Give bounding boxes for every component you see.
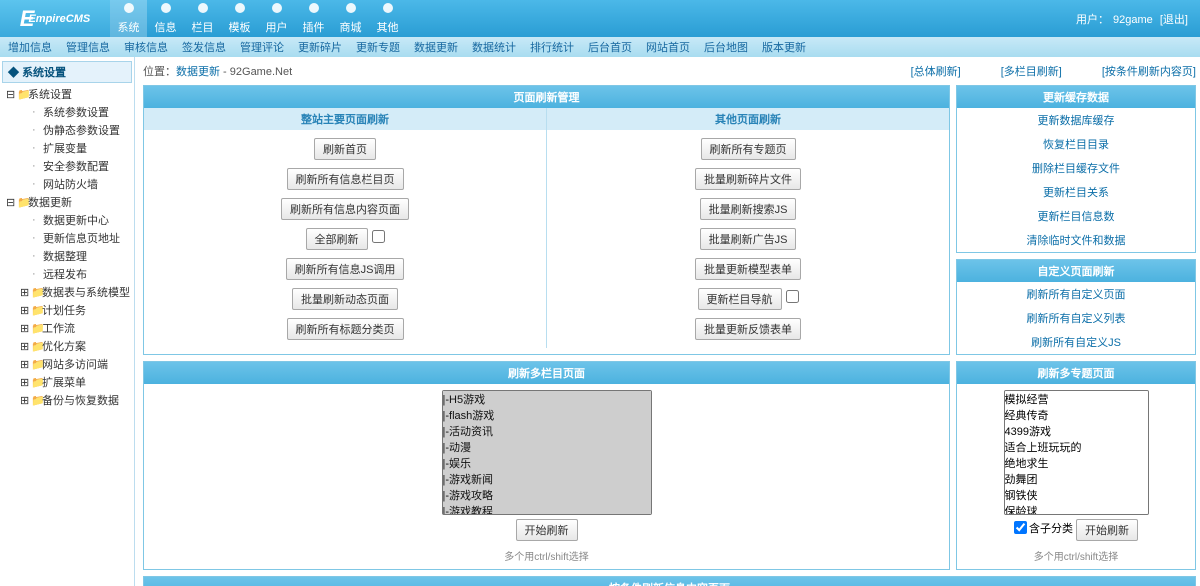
subnav-item[interactable]: 管理信息	[66, 39, 110, 55]
tree-node[interactable]: 📁数据表与系统模型	[2, 283, 132, 301]
sidebar: ◆ 系统设置 📁系统设置系统参数设置伪静态参数设置扩展变量安全参数配置网站防火墙…	[0, 57, 135, 586]
tree-leaf[interactable]: 安全参数配置	[2, 157, 132, 175]
top-nav: 系统信息栏目模板用户插件商城其他	[110, 0, 406, 37]
tree-node[interactable]: 📁备份与恢复数据	[2, 391, 132, 409]
action-button[interactable]: 刷新所有信息栏目页	[287, 168, 404, 190]
tree-node[interactable]: 📁工作流	[2, 319, 132, 337]
action-link[interactable]: 刷新所有自定义列表	[957, 306, 1195, 330]
action-link[interactable]: 恢复栏目目录	[957, 132, 1195, 156]
subnav-item[interactable]: 更新专题	[356, 39, 400, 55]
tree-leaf[interactable]: 系统参数设置	[2, 103, 132, 121]
topic-select[interactable]: 模拟经营经典传奇4399游戏适合上班玩玩的绝地求生劲舞团钢铁侠保龄球自行车DNF…	[1004, 390, 1149, 515]
refresh-all-checkbox[interactable]	[372, 230, 385, 243]
subnav-item[interactable]: 增加信息	[8, 39, 52, 55]
nav-商城[interactable]: 商城	[332, 0, 369, 37]
subnav-item[interactable]: 后台首页	[588, 39, 632, 55]
header-action-link[interactable]: [多栏目刷新]	[1001, 63, 1062, 79]
subnav-item[interactable]: 数据更新	[414, 39, 458, 55]
subnav-item[interactable]: 更新碎片	[298, 39, 342, 55]
action-link[interactable]: 更新栏目信息数	[957, 204, 1195, 228]
refresh-all-checkbox[interactable]	[786, 290, 799, 303]
logo: EEmpireCMS	[0, 0, 110, 37]
tree-node[interactable]: 📁优化方案	[2, 337, 132, 355]
tree-leaf[interactable]: 伪静态参数设置	[2, 121, 132, 139]
action-button[interactable]: 更新栏目导航	[698, 288, 782, 310]
nav-信息[interactable]: 信息	[147, 0, 184, 37]
nav-栏目[interactable]: 栏目	[184, 0, 221, 37]
action-button[interactable]: 刷新所有信息JS调用	[286, 258, 405, 280]
tree-leaf[interactable]: 网站防火墙	[2, 175, 132, 193]
subnav-item[interactable]: 后台地图	[704, 39, 748, 55]
action-button[interactable]: 批量更新反馈表单	[695, 318, 801, 340]
sub-nav: 增加信息管理信息审核信息签发信息管理评论更新碎片更新专题数据更新数据统计排行统计…	[0, 37, 1200, 57]
breadcrumb: 位置：数据更新 - 92Game.Net [总体刷新][多栏目刷新][按条件刷新…	[143, 63, 1196, 79]
tree-group[interactable]: 📁系统设置	[2, 85, 132, 103]
header-action-link[interactable]: [按条件刷新内容页]	[1102, 63, 1196, 79]
action-button[interactable]: 批量刷新广告JS	[700, 228, 797, 250]
action-button[interactable]: 刷新首页	[314, 138, 376, 160]
nav-模板[interactable]: 模板	[221, 0, 258, 37]
subnav-item[interactable]: 版本更新	[762, 39, 806, 55]
tree-leaf[interactable]: 更新信息页地址	[2, 229, 132, 247]
subnav-item[interactable]: 审核信息	[124, 39, 168, 55]
panel-multi-topic: 刷新多专题页面 模拟经营经典传奇4399游戏适合上班玩玩的绝地求生劲舞团钢铁侠保…	[956, 361, 1196, 570]
action-button[interactable]: 批量刷新搜索JS	[700, 198, 797, 220]
panel-multi-column: 刷新多栏目页面 |-H5游戏|-flash游戏|-活动资讯 |-动漫 |-娱乐 …	[143, 361, 950, 570]
sidebar-heading: ◆ 系统设置	[2, 61, 132, 83]
nav-插件[interactable]: 插件	[295, 0, 332, 37]
action-button[interactable]: 刷新所有标题分类页	[287, 318, 404, 340]
action-link[interactable]: 更新栏目关系	[957, 180, 1195, 204]
panel-cache: 更新缓存数据 更新数据库缓存恢复栏目目录删除栏目缓存文件更新栏目关系更新栏目信息…	[956, 85, 1196, 253]
tree-group[interactable]: 📁数据更新	[2, 193, 132, 211]
tree-node[interactable]: 📁网站多访问端	[2, 355, 132, 373]
nav-用户[interactable]: 用户	[258, 0, 295, 37]
subnav-item[interactable]: 网站首页	[646, 39, 690, 55]
action-button[interactable]: 刷新所有专题页	[701, 138, 796, 160]
panel-conditional: 按条件刷新信息内容页面 刷新数据表： 全选 新闻系统数据表下载系统数据表图片系统…	[143, 576, 1196, 586]
action-button[interactable]: 批量刷新碎片文件	[695, 168, 801, 190]
start-refresh-button[interactable]: 开始刷新	[516, 519, 578, 541]
bc-link[interactable]: 数据更新	[176, 66, 220, 78]
subnav-item[interactable]: 排行统计	[530, 39, 574, 55]
action-link[interactable]: 更新数据库缓存	[957, 108, 1195, 132]
action-link[interactable]: 刷新所有自定义JS	[957, 330, 1195, 354]
tree-node[interactable]: 📁计划任务	[2, 301, 132, 319]
user-link[interactable]: 92game	[1113, 14, 1153, 26]
subnav-item[interactable]: 数据统计	[472, 39, 516, 55]
header-action-link[interactable]: [总体刷新]	[911, 63, 961, 79]
main-area: 位置：数据更新 - 92Game.Net [总体刷新][多栏目刷新][按条件刷新…	[135, 57, 1200, 586]
include-sub-checkbox[interactable]	[1014, 521, 1027, 534]
column-select[interactable]: |-H5游戏|-flash游戏|-活动资讯 |-动漫 |-娱乐 |-游戏新闻 |…	[442, 390, 652, 515]
panel-page-refresh: 页面刷新管理 整站主要页面刷新 刷新首页刷新所有信息栏目页刷新所有信息内容页面全…	[143, 85, 950, 355]
nav-其他[interactable]: 其他	[369, 0, 406, 37]
panel-custom: 自定义页面刷新 刷新所有自定义页面刷新所有自定义列表刷新所有自定义JS	[956, 259, 1196, 355]
subnav-item[interactable]: 签发信息	[182, 39, 226, 55]
user-area: 用户：92game [退出]	[1076, 11, 1188, 27]
action-link[interactable]: 刷新所有自定义页面	[957, 282, 1195, 306]
action-button[interactable]: 全部刷新	[306, 228, 368, 250]
header: EEmpireCMS 系统信息栏目模板用户插件商城其他 用户：92game [退…	[0, 0, 1200, 37]
action-button[interactable]: 批量更新模型表单	[695, 258, 801, 280]
logout-link[interactable]: [退出]	[1160, 14, 1188, 26]
start-refresh-button[interactable]: 开始刷新	[1076, 519, 1138, 541]
subnav-item[interactable]: 管理评论	[240, 39, 284, 55]
nav-系统[interactable]: 系统	[110, 0, 147, 37]
action-button[interactable]: 批量刷新动态页面	[292, 288, 398, 310]
tree-leaf[interactable]: 远程发布	[2, 265, 132, 283]
action-link[interactable]: 清除临时文件和数据	[957, 228, 1195, 252]
tree-leaf[interactable]: 扩展变量	[2, 139, 132, 157]
tree-node[interactable]: 📁扩展菜单	[2, 373, 132, 391]
tree-leaf[interactable]: 数据整理	[2, 247, 132, 265]
action-link[interactable]: 删除栏目缓存文件	[957, 156, 1195, 180]
action-button[interactable]: 刷新所有信息内容页面	[281, 198, 409, 220]
tree-leaf[interactable]: 数据更新中心	[2, 211, 132, 229]
